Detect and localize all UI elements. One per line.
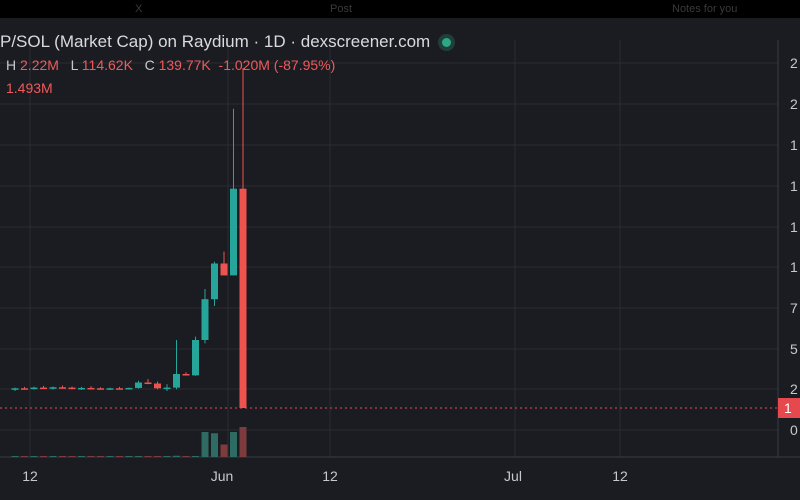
volume-value: 1.493M xyxy=(6,80,53,96)
volume-bar xyxy=(220,444,228,457)
y-tick-label: 2 xyxy=(790,381,798,397)
volume-bar xyxy=(116,456,123,457)
x-tick-label: Jun xyxy=(211,468,234,484)
x-tick-label: 12 xyxy=(322,468,338,484)
volume-bar xyxy=(125,456,133,457)
high-value: 2.22M xyxy=(20,57,59,73)
volume-bar xyxy=(40,456,47,457)
volume-bar xyxy=(49,456,57,457)
candle-body xyxy=(135,382,142,388)
volume-bar xyxy=(68,456,76,457)
volume-bar xyxy=(59,456,66,457)
candle-body xyxy=(106,388,114,390)
candle-body xyxy=(116,388,123,390)
volume-bar xyxy=(201,432,209,457)
y-tick-label: 2 xyxy=(790,96,798,112)
candle-body xyxy=(87,387,95,390)
volume-bar xyxy=(182,456,190,457)
candle-body xyxy=(97,388,104,390)
volume-bar xyxy=(239,427,247,457)
x-tick-label: 12 xyxy=(22,468,38,484)
volume-bar xyxy=(211,433,218,457)
candle-body xyxy=(49,387,57,389)
candle-body xyxy=(68,387,76,390)
volume-bar xyxy=(21,456,28,457)
candle-body xyxy=(239,188,247,408)
low-value: 114.62K xyxy=(81,57,133,73)
volume-bar xyxy=(192,456,199,457)
x-tick-label: Jul xyxy=(504,468,522,484)
volume-bar xyxy=(230,432,237,457)
candle-body xyxy=(30,387,38,390)
volume-bar xyxy=(135,456,142,457)
live-status-icon xyxy=(442,38,452,48)
close-value: 139.77K xyxy=(158,57,211,73)
y-tick-label: 2 xyxy=(790,55,798,71)
chart-title: P/SOL (Market Cap) on Raydium · 1D · dex… xyxy=(0,32,452,52)
volume-bar xyxy=(97,456,104,457)
candle-body xyxy=(154,383,161,389)
volume-bar xyxy=(173,455,180,457)
candle-body xyxy=(11,388,19,390)
candle-body xyxy=(211,263,218,300)
candle-body xyxy=(21,388,28,390)
candle-body xyxy=(144,382,152,384)
ohlc-readout: H 2.22M L 114.62K C 139.77K -1.020M (-87… xyxy=(6,57,335,73)
high-label: H xyxy=(6,57,17,73)
change-value: -1.020M (-87.95%) xyxy=(218,57,336,73)
volume-bar xyxy=(163,456,171,457)
candle-body xyxy=(78,387,85,390)
candle-body xyxy=(230,188,237,276)
volume-bar xyxy=(87,456,95,457)
candle-body xyxy=(59,387,66,389)
y-tick-label: 1 xyxy=(790,219,798,235)
volume-bar xyxy=(30,456,38,457)
y-tick-label: 1 xyxy=(790,178,798,194)
candle-body xyxy=(173,374,180,388)
candle-body xyxy=(220,263,228,276)
y-tick-label: 5 xyxy=(790,341,798,357)
low-label: L xyxy=(70,57,78,73)
x-tick-label: 12 xyxy=(612,468,628,484)
chart-title-text: P/SOL (Market Cap) on Raydium · 1D · dex… xyxy=(0,32,431,51)
candle-body xyxy=(163,387,171,390)
candle-body xyxy=(40,387,47,390)
candle-body xyxy=(192,340,199,376)
volume-bar xyxy=(106,456,114,457)
candle-body xyxy=(201,299,209,340)
volume-bar xyxy=(154,456,161,457)
y-tick-label: 7 xyxy=(790,300,798,316)
volume-bar xyxy=(11,456,19,457)
close-label: C xyxy=(144,57,155,73)
y-tick-label: 1 xyxy=(790,137,798,153)
volume-bar xyxy=(144,456,152,457)
volume-bar xyxy=(78,456,85,457)
y-tick-label: 1 xyxy=(790,259,798,275)
candle-body xyxy=(125,387,133,390)
candlestick-chart[interactable]: 221111752012 Jun 12 Jul 12 xyxy=(0,0,800,500)
y-tick-label: 0 xyxy=(790,422,798,438)
candle-body xyxy=(182,374,190,376)
last-price-tag: 1 xyxy=(778,398,800,418)
